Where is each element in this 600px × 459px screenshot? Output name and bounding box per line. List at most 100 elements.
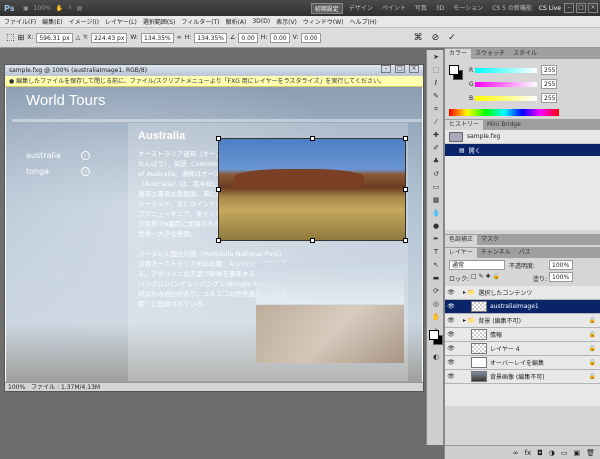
new-group-icon[interactable]: ▭ — [561, 449, 568, 457]
eraser-tool-icon[interactable]: ▭ — [429, 182, 443, 193]
tab-paths[interactable]: パス — [515, 248, 535, 258]
eyedropper-tool-icon[interactable]: ⁄ — [429, 117, 443, 128]
adjustment-layer-icon[interactable]: ◑ — [549, 449, 555, 457]
opacity-input[interactable]: 100% — [549, 260, 573, 270]
document-canvas[interactable]: World Tours australia › tonga › Australi… — [6, 87, 422, 383]
pen-tool-icon[interactable]: ✒ — [429, 234, 443, 245]
color-spectrum-bar[interactable] — [449, 109, 559, 116]
fill-input[interactable]: 100% — [549, 272, 573, 282]
workspace-essentials[interactable]: 初期設定 — [310, 2, 343, 14]
crop-tool-icon[interactable]: ⌗ — [429, 104, 443, 115]
transform-handle[interactable] — [216, 238, 221, 243]
visibility-eye-icon[interactable]: 👁 — [445, 289, 457, 296]
layer-style-icon[interactable]: fx — [525, 449, 532, 457]
foreground-color-swatch[interactable] — [429, 330, 439, 340]
layer-row[interactable]: 👁 オーバーレイを編集 🔒 — [445, 356, 600, 370]
shape-tool-icon[interactable]: ▬ — [429, 273, 443, 284]
tab-swatches[interactable]: スウォッチ — [471, 49, 509, 59]
layer-row[interactable]: 👁 情報 🔒 — [445, 328, 600, 342]
tab-mini-bridge[interactable]: Mini Bridge — [483, 120, 525, 130]
arrange-icon[interactable]: ▤ — [77, 5, 83, 12]
marquee-tool-icon[interactable]: ⬚ — [429, 65, 443, 76]
bridge-icon[interactable]: ▣ — [23, 5, 29, 12]
zoom-level[interactable]: 100% — [34, 5, 51, 12]
visibility-eye-icon[interactable]: 👁 — [445, 359, 457, 366]
workspace-paint[interactable]: ペイント — [379, 3, 409, 14]
3d-rotate-tool-icon[interactable]: ⟳ — [429, 286, 443, 297]
brush-tool-icon[interactable]: ✐ — [429, 143, 443, 154]
warp-icon[interactable]: ⌘ — [414, 33, 423, 43]
doc-maximize-icon[interactable]: □ — [395, 65, 405, 73]
3d-orbit-tool-icon[interactable]: ◎ — [429, 299, 443, 310]
menu-filter[interactable]: フィルター(T) — [181, 17, 219, 26]
transform-handle[interactable] — [310, 136, 315, 141]
tab-layers[interactable]: レイヤー — [445, 248, 477, 258]
visibility-eye-icon[interactable]: 👁 — [445, 331, 457, 338]
nav-item-australia[interactable]: australia › — [26, 151, 90, 160]
menu-edit[interactable]: 編集(E) — [42, 17, 62, 26]
history-item-open[interactable]: ▤ 開く — [445, 144, 600, 156]
move-tool-icon[interactable]: ➤ — [429, 52, 443, 63]
gradient-tool-icon[interactable]: ▦ — [429, 195, 443, 206]
clone-stamp-tool-icon[interactable]: ♣ — [429, 156, 443, 167]
height-input[interactable]: 134.35% — [194, 32, 227, 43]
angle-input[interactable]: 0.00 — [238, 32, 258, 43]
document-title-bar[interactable]: sample.fxg @ 100% (australiaImage1, RGB/… — [5, 65, 423, 76]
transform-handle[interactable] — [403, 136, 408, 141]
menu-window[interactable]: ウィンドウ(W) — [303, 17, 344, 26]
layer-row-selected[interactable]: 👁 australiaImage1 — [445, 300, 600, 314]
history-brush-tool-icon[interactable]: ↺ — [429, 169, 443, 180]
nav-item-tonga[interactable]: tonga › — [26, 167, 91, 176]
visibility-eye-icon[interactable]: 👁 — [445, 345, 457, 352]
menu-layer[interactable]: レイヤー(L) — [105, 17, 137, 26]
layer-row[interactable]: 👁 レイヤー 4 🔒 — [445, 342, 600, 356]
r-input[interactable]: 255 — [541, 65, 557, 75]
workspace-photo[interactable]: 写真 — [412, 3, 430, 14]
australia-image-selected[interactable] — [216, 136, 408, 243]
delta-icon[interactable]: △ — [76, 34, 81, 41]
lasso-tool-icon[interactable]: ℓ — [429, 78, 443, 89]
menu-help[interactable]: ヘルプ(H) — [350, 17, 377, 26]
color-fg-swatch[interactable] — [449, 65, 459, 75]
quick-mask-icon[interactable]: ◐ — [429, 352, 443, 363]
visibility-eye-icon[interactable]: 👁 — [445, 303, 457, 310]
history-snapshot[interactable]: sample.fxg — [445, 130, 600, 144]
width-input[interactable]: 134.35% — [141, 32, 174, 43]
menu-3d[interactable]: 3D(D) — [252, 18, 270, 25]
blend-mode-select[interactable]: 通常 — [449, 260, 505, 270]
menu-file[interactable]: ファイル(F) — [4, 17, 36, 26]
vskew-input[interactable]: 0.00 — [301, 32, 321, 43]
path-select-tool-icon[interactable]: ↖ — [429, 260, 443, 271]
b-slider[interactable] — [475, 96, 537, 101]
doc-minimize-icon[interactable]: – — [381, 65, 391, 73]
hskew-input[interactable]: 0.00 — [270, 32, 290, 43]
dodge-tool-icon[interactable]: ● — [429, 221, 443, 232]
link-layers-icon[interactable]: ∞ — [513, 449, 519, 457]
workspace-new-features[interactable]: CS 5 の新機能 — [489, 3, 535, 14]
hand-icon[interactable]: ✋ — [56, 5, 63, 12]
zoom-icon[interactable]: ⌕ — [68, 4, 71, 12]
add-mask-icon[interactable]: ◘ — [537, 449, 543, 457]
healing-brush-tool-icon[interactable]: ✚ — [429, 130, 443, 141]
commit-transform-icon[interactable]: ✓ — [448, 33, 456, 43]
type-tool-icon[interactable]: T — [429, 247, 443, 258]
reference-point-icon[interactable]: ⊞ — [18, 33, 25, 42]
link-icon[interactable]: ∞ — [177, 34, 182, 41]
lock-icons[interactable]: □ ✎ ✚ 🔒 — [471, 273, 500, 280]
tab-channels[interactable]: チャンネル — [477, 248, 515, 258]
tab-color[interactable]: カラー — [445, 49, 472, 59]
transform-handle[interactable] — [216, 187, 221, 192]
menu-image[interactable]: イメージ(I) — [69, 17, 99, 26]
g-input[interactable]: 255 — [541, 79, 557, 89]
delete-layer-icon[interactable]: 🗑 — [586, 449, 595, 457]
menu-view[interactable]: 表示(V) — [276, 17, 297, 26]
tab-masks[interactable]: マスク — [477, 235, 503, 245]
transform-handle[interactable] — [403, 238, 408, 243]
tab-adjustments[interactable]: 色調補正 — [445, 235, 478, 245]
quick-select-tool-icon[interactable]: ✎ — [429, 91, 443, 102]
y-input[interactable]: 224.43 px — [91, 32, 128, 43]
tab-styles[interactable]: スタイル — [509, 49, 541, 59]
menu-analysis[interactable]: 解析(A) — [226, 17, 247, 26]
doc-close-icon[interactable]: × — [409, 65, 419, 73]
workspace-3d[interactable]: 3D — [433, 3, 447, 14]
